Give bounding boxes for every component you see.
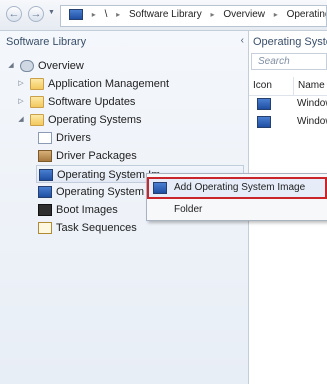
column-header-name[interactable]: Name (293, 77, 325, 95)
results-title: Operating Syste (253, 36, 327, 48)
folder-icon (30, 114, 44, 127)
tree-label: Software Updates (48, 96, 136, 108)
table-row[interactable]: Window (249, 113, 327, 131)
breadcrumb-root[interactable]: \ (105, 6, 108, 24)
pane-title: Software Library (6, 36, 87, 48)
back-arrow-icon: ← (8, 8, 20, 20)
breadcrumb-operating-systems[interactable]: Operating S (287, 6, 326, 24)
overview-icon (20, 60, 34, 73)
expanded-triangle-icon[interactable]: ◢ (6, 57, 16, 75)
computer-icon (69, 9, 83, 20)
row-name: Window (297, 116, 327, 127)
tree-label: Overview (38, 60, 84, 72)
search-input[interactable]: Search (251, 53, 327, 70)
grid-header: Icon Name (249, 77, 327, 96)
tree-node-operating-system-installers[interactable]: Operating System Ins (38, 183, 162, 201)
tree-label: Task Sequences (56, 222, 137, 234)
driver-icon (38, 132, 52, 145)
folder-icon (30, 96, 44, 109)
breadcrumb-sep: ▸ (210, 10, 215, 19)
collapsed-triangle-icon[interactable]: ▷ (16, 75, 26, 93)
forward-button[interactable]: → (28, 6, 44, 22)
os-installer-icon (38, 186, 52, 199)
tree-node-drivers[interactable]: Drivers (38, 129, 91, 147)
collapse-pane-icon[interactable]: ‹ (241, 35, 244, 46)
forward-arrow-icon: → (30, 8, 42, 20)
add-os-image-icon (153, 182, 167, 194)
tree-label: Driver Packages (56, 150, 137, 162)
context-menu: Add Operating System Image Folder (146, 173, 327, 221)
column-header-icon[interactable]: Icon (253, 77, 272, 95)
add-operating-system-image-menu-item[interactable]: Add Operating System Image (147, 177, 327, 199)
tree-label: Drivers (56, 132, 91, 144)
breadcrumb: ▸ \ ▸ Software Library ▸ Overview ▸ Oper… (60, 5, 327, 27)
expanded-triangle-icon[interactable]: ◢ (16, 111, 26, 129)
tree-label: Boot Images (56, 204, 118, 216)
os-image-icon (257, 98, 271, 110)
history-dropdown[interactable]: ▼ (48, 9, 55, 16)
folder-icon (30, 78, 44, 91)
tree-label: Application Management (48, 78, 170, 90)
menu-item-label: Add Operating System Image (174, 182, 306, 193)
tree-label: Operating Systems (48, 114, 142, 126)
table-row[interactable]: Window (249, 95, 327, 113)
boot-image-icon (38, 204, 52, 217)
tree-node-task-sequences[interactable]: Task Sequences (38, 219, 137, 237)
menu-item-label: Folder (174, 204, 203, 215)
breadcrumb-overview[interactable]: Overview (223, 6, 265, 24)
folder-menu-item[interactable]: Folder (148, 200, 326, 220)
chevron-down-icon: ▼ (48, 9, 55, 16)
tree-node-boot-images[interactable]: Boot Images (38, 201, 118, 219)
breadcrumb-sep: ▸ (116, 10, 121, 19)
breadcrumb-sep: ▸ (273, 10, 278, 19)
collapsed-triangle-icon[interactable]: ▷ (16, 93, 26, 111)
tree-node-driver-packages[interactable]: Driver Packages (38, 147, 137, 165)
os-image-icon (257, 116, 271, 128)
breadcrumb-sep: ▸ (91, 10, 96, 19)
package-icon (38, 150, 52, 163)
row-name: Window (297, 98, 327, 109)
task-sequence-icon (38, 222, 52, 235)
breadcrumb-software-library[interactable]: Software Library (129, 6, 202, 24)
back-button[interactable]: ← (6, 6, 22, 22)
os-image-icon (39, 169, 53, 182)
toolbar: ← → ▼ ▸ \ ▸ Software Library ▸ Overview … (0, 0, 327, 31)
tree-label: Operating System Im (57, 169, 161, 181)
